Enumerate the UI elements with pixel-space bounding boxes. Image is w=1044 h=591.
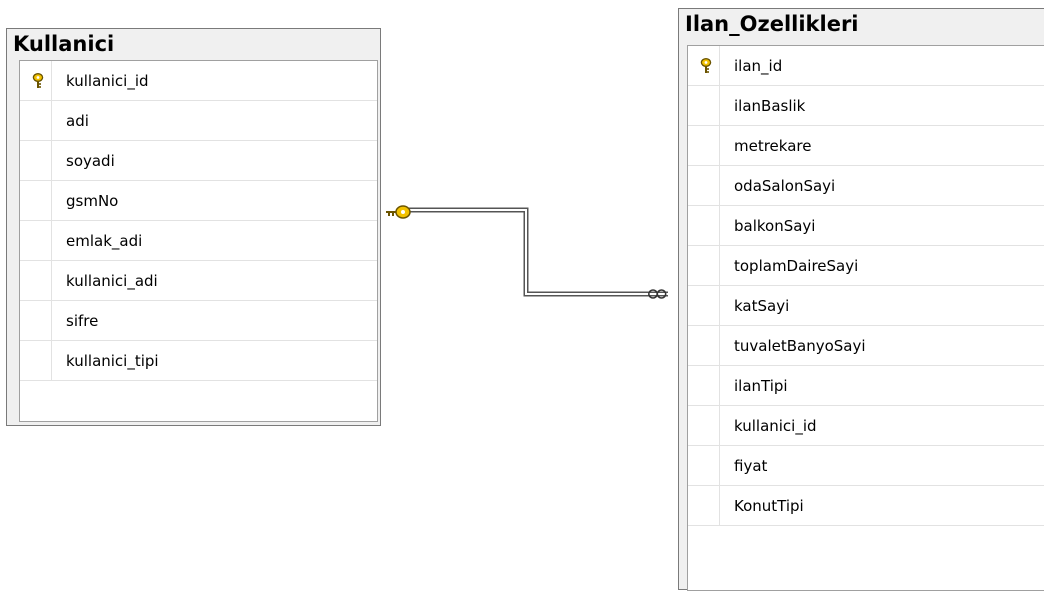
key-icon [386,205,411,219]
relationship-connector[interactable] [0,0,1044,575]
relationship-line[interactable] [400,207,668,297]
